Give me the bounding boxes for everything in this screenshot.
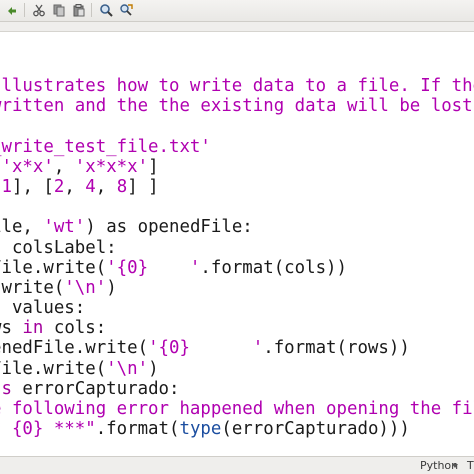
undo-arrow-icon[interactable]	[4, 2, 20, 18]
toolbar-separator	[91, 3, 92, 17]
code-token: (errorCapturado)))	[221, 419, 410, 440]
string-token: e following error happened when opening …	[0, 399, 474, 419]
code-token: )	[148, 358, 159, 379]
status-bar: Python T	[0, 456, 474, 474]
code-token: colsLabel:	[1, 237, 117, 258]
code-line[interactable]: File.write('\n')	[0, 359, 474, 379]
code-token: .format(cols))	[200, 257, 347, 278]
keyword-token: as	[0, 378, 12, 399]
string-token: 1	[1, 176, 12, 197]
string-token: 'wt'	[43, 217, 86, 238]
code-line[interactable]: n values:	[0, 298, 474, 318]
string-token: 4	[85, 176, 96, 197]
find-icon[interactable]	[98, 2, 114, 18]
code-token: File.write(	[0, 257, 107, 278]
code-token: ile,	[0, 217, 33, 238]
code-line[interactable]: enedFile.write('{0} '.format(rows))	[0, 338, 474, 358]
find-replace-icon[interactable]	[118, 2, 134, 18]
code-token: values:	[1, 298, 86, 319]
code-token: .format(	[95, 419, 180, 440]
code-token: ]	[148, 156, 159, 177]
code-line[interactable]	[0, 116, 474, 136]
string-token: '{0} '	[148, 338, 264, 359]
code-token: ,	[53, 156, 75, 177]
code-editor[interactable]: Illustrates how to write data to a file.…	[0, 32, 474, 456]
code-line[interactable]: e following error happened when opening …	[0, 399, 474, 419]
code-token: )	[106, 277, 117, 298]
string-token: '{0} '	[106, 257, 201, 278]
code-line[interactable]: ws in cols:	[0, 318, 474, 338]
cut-icon[interactable]	[31, 2, 47, 18]
code-token: cols:	[43, 318, 107, 339]
code-line[interactable]: 1], [2, 4, 8] ]	[0, 177, 474, 197]
code-line[interactable]: 'x*x', 'x*x*x']	[0, 157, 474, 177]
chevron-down-icon[interactable]	[452, 464, 458, 468]
code-line[interactable]: Illustrates how to write data to a file.…	[0, 76, 474, 96]
string-token: '\n'	[106, 358, 149, 379]
code-line[interactable]: File.write('{0} '.format(cols))	[0, 258, 474, 278]
code-token: errorCapturado:	[11, 378, 180, 399]
code-token: ,	[64, 176, 86, 197]
code-token: ,	[95, 176, 117, 197]
keyword-token: in	[22, 318, 44, 339]
tab-strip	[0, 22, 474, 32]
toolbar-separator	[24, 3, 25, 17]
editor-window: Illustrates how to write data to a file.…	[0, 0, 474, 474]
code-line[interactable]: n colsLabel:	[0, 238, 474, 258]
string-token: 'x*x*x'	[74, 156, 149, 177]
string-token: * {0} ***"	[0, 419, 96, 440]
string-token: _write_test_file.txt'	[0, 136, 211, 157]
string-token: Illustrates how to write data to a file.…	[0, 76, 474, 96]
string-token: '\n'	[64, 277, 107, 298]
code-token: ws	[0, 318, 12, 339]
code-line[interactable]	[0, 197, 474, 217]
paste-icon[interactable]	[71, 2, 87, 18]
string-token: 8	[116, 176, 128, 197]
code-line[interactable]: * {0} ***".format(type(errorCapturado)))	[0, 419, 474, 439]
string-token: 2	[53, 176, 65, 197]
code-line[interactable]: as errorCapturado:	[0, 379, 474, 399]
code-token: ) as openedFile:	[85, 217, 253, 238]
code-token: .format(rows))	[263, 338, 410, 359]
builtin-token: type	[179, 419, 222, 440]
code-token: ], [	[11, 176, 54, 197]
code-token: .write(	[0, 277, 65, 298]
code-line[interactable]: .write('\n')	[0, 278, 474, 298]
code-token: ] ]	[127, 176, 159, 197]
code-token: enedFile.write(	[0, 338, 149, 359]
code-line[interactable]: ile, 'wt') as openedFile:	[0, 217, 474, 237]
copy-icon[interactable]	[51, 2, 67, 18]
tab-width-selector[interactable]: T	[467, 459, 474, 472]
code-line[interactable]: written and the the existing data will b…	[0, 96, 474, 116]
code-line[interactable]: _write_test_file.txt'	[0, 137, 474, 157]
string-token: 'x*x'	[1, 156, 54, 177]
code-text[interactable]: Illustrates how to write data to a file.…	[0, 76, 474, 439]
code-token: File.write(	[0, 358, 107, 379]
toolbar	[0, 0, 474, 22]
string-token: written and the the existing data will b…	[0, 96, 473, 117]
